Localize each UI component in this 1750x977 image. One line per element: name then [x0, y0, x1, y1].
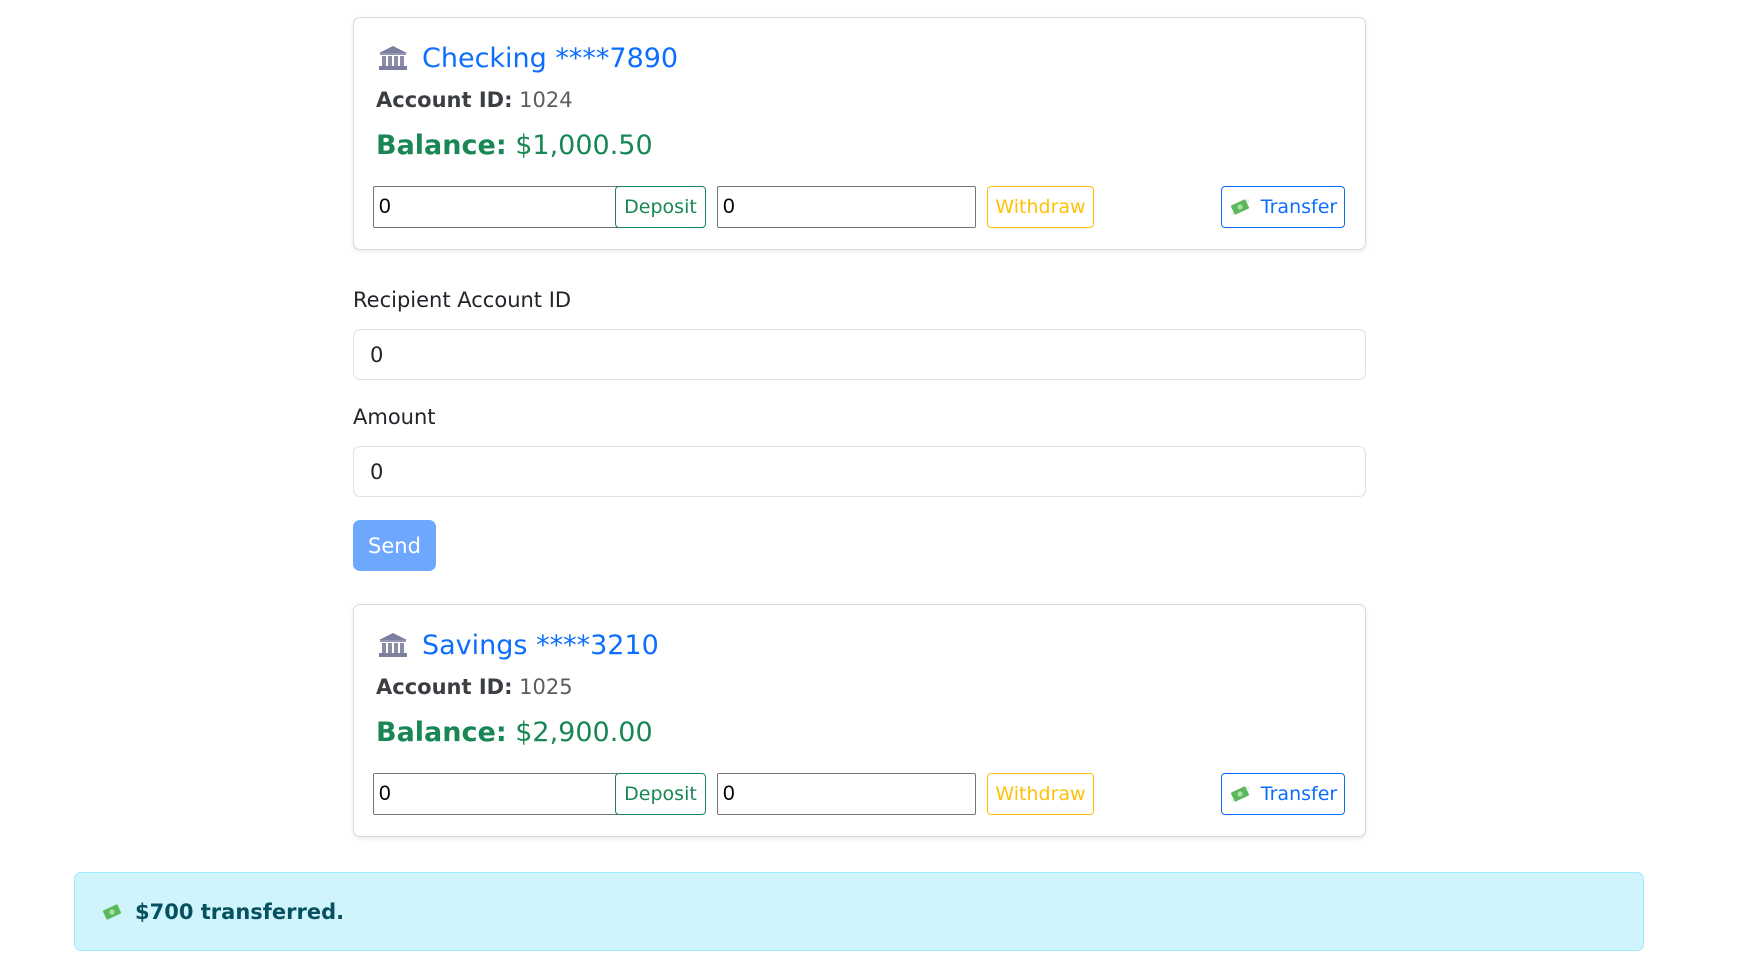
account-id-row: Account ID: 1025	[376, 675, 573, 699]
amount-value: 0	[370, 459, 384, 484]
deposit-button[interactable]: Deposit	[615, 186, 706, 228]
balance-value: $1,000.50	[515, 130, 653, 161]
balance-row: Balance: $2,900.00	[376, 717, 653, 748]
bank-icon	[378, 632, 408, 658]
money-with-wings-icon	[1229, 198, 1251, 216]
account-name: Savings ****3210	[422, 629, 659, 661]
recipient-value: 0	[370, 342, 384, 367]
amount-input[interactable]: 0	[353, 446, 1366, 497]
balance-row: Balance: $1,000.50	[376, 130, 653, 161]
account-id-value: 1024	[519, 88, 573, 112]
withdraw-button: Withdraw	[987, 186, 1094, 228]
balance-label: Balance:	[376, 717, 507, 748]
account-card-savings: Savings ****3210 Account ID: 1025 Balanc…	[353, 604, 1366, 837]
money-with-wings-icon	[101, 903, 123, 921]
transfer-label: Transfer	[1260, 196, 1338, 218]
withdraw-amount-input[interactable]	[717, 773, 976, 815]
account-id-label: Account ID:	[376, 88, 513, 112]
account-id-label: Account ID:	[376, 675, 513, 699]
transfer-label: Transfer	[1260, 783, 1338, 805]
recipient-label: Recipient Account ID	[353, 288, 572, 312]
account-id-value: 1025	[519, 675, 573, 699]
recipient-account-input[interactable]: 0	[353, 329, 1366, 380]
deposit-button[interactable]: Deposit	[615, 773, 706, 815]
deposit-amount-input[interactable]	[373, 773, 632, 815]
account-title: Savings ****3210	[378, 627, 659, 663]
money-with-wings-icon	[1229, 785, 1251, 803]
account-title: Checking ****7890	[378, 40, 678, 76]
withdraw-button[interactable]: Withdraw	[987, 773, 1094, 815]
amount-label: Amount	[353, 405, 436, 429]
deposit-amount-input[interactable]	[373, 186, 632, 228]
alert-message: $700 transferred.	[135, 899, 345, 924]
send-button[interactable]: Send	[353, 520, 436, 571]
withdraw-amount-input[interactable]	[717, 186, 976, 228]
bank-icon	[378, 45, 408, 71]
transfer-alert: $700 transferred.	[74, 872, 1644, 951]
account-card-checking: Checking ****7890 Account ID: 1024 Balan…	[353, 17, 1366, 250]
transfer-button[interactable]: Transfer	[1221, 773, 1345, 815]
balance-value: $2,900.00	[515, 717, 653, 748]
account-name: Checking ****7890	[422, 42, 679, 74]
account-id-row: Account ID: 1024	[376, 88, 573, 112]
transfer-button[interactable]: Transfer	[1221, 186, 1345, 228]
balance-label: Balance:	[376, 130, 507, 161]
